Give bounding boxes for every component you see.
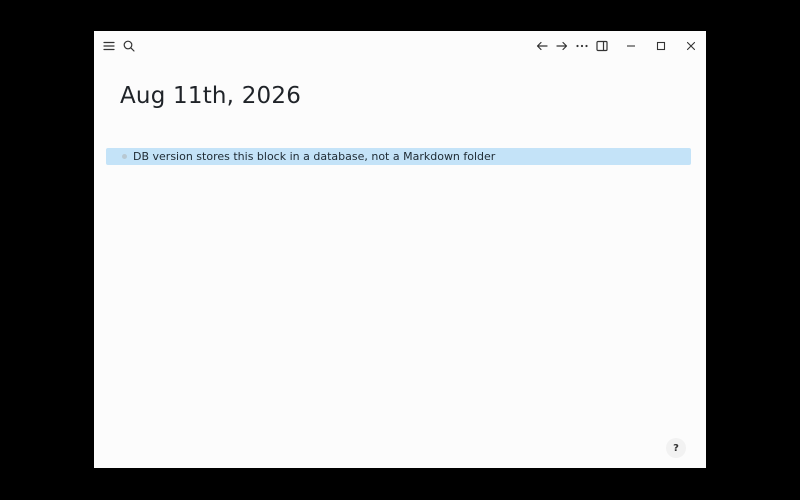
menu-icon: [103, 41, 115, 51]
help-button[interactable]: ?: [666, 438, 686, 458]
back-button[interactable]: [532, 36, 552, 56]
selected-block[interactable]: DB version stores this block in a databa…: [106, 148, 691, 165]
sidebar-toggle-icon: [596, 40, 608, 52]
maximize-button[interactable]: [651, 36, 671, 56]
search-button[interactable]: [119, 36, 139, 56]
arrow-right-icon: [556, 41, 568, 51]
page-title[interactable]: Aug 11th, 2026: [120, 83, 301, 109]
block-bullet[interactable]: [122, 154, 127, 159]
more-icon: [576, 44, 588, 48]
block-content[interactable]: DB version stores this block in a databa…: [133, 150, 495, 163]
search-icon: [123, 40, 135, 52]
more-button[interactable]: [572, 36, 592, 56]
close-button[interactable]: [681, 36, 701, 56]
arrow-left-icon: [536, 41, 548, 51]
title-bar: [94, 31, 706, 61]
close-icon: [686, 41, 696, 51]
minimize-button[interactable]: [621, 36, 641, 56]
menu-button[interactable]: [99, 36, 119, 56]
maximize-icon: [656, 41, 666, 51]
forward-button[interactable]: [552, 36, 572, 56]
app-window: Aug 11th, 2026 DB version stores this bl…: [94, 31, 706, 468]
minimize-icon: [627, 45, 635, 47]
toggle-sidebar-button[interactable]: [592, 36, 612, 56]
